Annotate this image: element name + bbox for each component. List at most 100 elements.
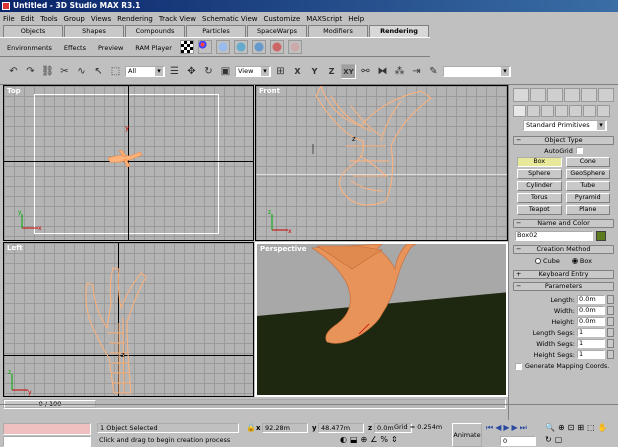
align-icon[interactable]: ⇥ bbox=[409, 64, 424, 79]
parameters-rollout[interactable]: − Parameters bbox=[513, 282, 614, 291]
zoom-all-icon[interactable]: ⊕ bbox=[558, 423, 565, 432]
window-crossing-icon[interactable]: ⬓ bbox=[350, 435, 358, 444]
param-spinner[interactable] bbox=[607, 306, 614, 315]
gen-mapping-checkbox[interactable] bbox=[515, 363, 522, 370]
menu-file[interactable]: File bbox=[3, 15, 15, 23]
zoom-icon[interactable]: 🔍 bbox=[545, 423, 555, 432]
restrict-x-button[interactable]: X bbox=[290, 64, 305, 79]
region-zoom-icon[interactable]: ⬚ bbox=[587, 423, 595, 432]
angle-snap-icon[interactable]: ∠ bbox=[370, 435, 377, 444]
animate-button[interactable]: Animate bbox=[452, 423, 482, 447]
create-torus-button[interactable]: Torus bbox=[517, 193, 562, 203]
reference-coord-dropdown[interactable]: View bbox=[235, 66, 271, 77]
geometry-icon[interactable] bbox=[513, 105, 526, 117]
autogrid-checkbox[interactable] bbox=[575, 147, 583, 154]
object-name-input[interactable]: Box02 bbox=[515, 231, 593, 241]
pan-icon[interactable]: ✋ bbox=[598, 423, 608, 432]
go-to-end-icon[interactable]: ⏭ bbox=[520, 423, 527, 433]
category-dropdown[interactable]: Standard Primitives bbox=[523, 120, 607, 131]
min-max-toggle-icon[interactable]: ▢ bbox=[555, 435, 563, 444]
utilities-tab-icon[interactable] bbox=[598, 88, 614, 102]
menu-track-view[interactable]: Track View bbox=[159, 15, 196, 23]
display-tab-icon[interactable] bbox=[581, 88, 597, 102]
restrict-y-button[interactable]: Y bbox=[307, 64, 322, 79]
zoom-extents-all-icon[interactable]: ⊞ bbox=[577, 423, 584, 432]
restrict-xy-button[interactable]: XY bbox=[341, 64, 356, 79]
named-selection-icon[interactable]: ✎ bbox=[426, 64, 441, 79]
keyboard-entry-rollout[interactable]: + Keyboard Entry bbox=[513, 270, 614, 279]
select-by-name-icon[interactable]: ☰ bbox=[167, 64, 182, 79]
param-value-input[interactable]: 1 bbox=[577, 328, 605, 337]
tab-shapes[interactable]: Shapes bbox=[64, 25, 124, 37]
object-type-rollout[interactable]: − Object Type bbox=[513, 136, 614, 145]
ik-icon[interactable]: ⚯ bbox=[358, 64, 373, 79]
named-selection-dropdown[interactable] bbox=[443, 66, 511, 77]
render-last-icon[interactable] bbox=[251, 40, 266, 54]
lock-selection-icon[interactable]: 🔒 bbox=[246, 423, 256, 432]
degradation-override-icon[interactable]: ◐ bbox=[340, 435, 347, 444]
motion-tab-icon[interactable] bbox=[564, 88, 580, 102]
render-type-icon[interactable] bbox=[287, 40, 302, 54]
creation-method-rollout[interactable]: − Creation Method bbox=[513, 245, 614, 254]
play-icon[interactable]: ▶ bbox=[503, 423, 509, 433]
param-value-input[interactable]: 1 bbox=[577, 339, 605, 348]
param-value-input[interactable]: 0.0m bbox=[577, 295, 605, 304]
menu-tools[interactable]: Tools bbox=[40, 15, 57, 23]
render-checker-icon[interactable] bbox=[179, 40, 194, 54]
create-pyramid-button[interactable]: Pyramid bbox=[565, 193, 610, 203]
maxscript-listener-2[interactable] bbox=[3, 436, 91, 447]
zoom-extents-icon[interactable]: ⊡ bbox=[568, 423, 575, 432]
selection-filter-dropdown[interactable]: All bbox=[125, 66, 165, 77]
maxscript-listener[interactable] bbox=[3, 423, 91, 435]
spacewarps-icon[interactable] bbox=[583, 105, 596, 117]
select-region-icon[interactable]: ⬚ bbox=[108, 64, 123, 79]
create-teapot-button[interactable]: Teapot bbox=[517, 205, 562, 215]
render-scene-icon[interactable] bbox=[215, 40, 230, 54]
y-coord-field[interactable]: 48.477m bbox=[318, 423, 364, 433]
menu-edit[interactable]: Edit bbox=[21, 15, 35, 23]
render-region-icon[interactable] bbox=[269, 40, 284, 54]
tab-spacewarps[interactable]: SpaceWarps bbox=[247, 25, 307, 37]
select-scale-icon[interactable]: ▣ bbox=[218, 64, 233, 79]
cameras-icon[interactable] bbox=[555, 105, 568, 117]
menu-group[interactable]: Group bbox=[64, 15, 85, 23]
preview-button[interactable]: Preview bbox=[94, 40, 127, 54]
shapes-icon[interactable] bbox=[527, 105, 540, 117]
param-spinner[interactable] bbox=[607, 317, 614, 326]
ram-player-button[interactable]: RAM Player bbox=[131, 40, 176, 54]
object-color-swatch[interactable] bbox=[596, 231, 606, 241]
param-value-input[interactable]: 0.0m bbox=[577, 306, 605, 315]
prev-frame-icon[interactable]: ◀ bbox=[495, 423, 501, 433]
create-cone-button[interactable]: Cone bbox=[565, 157, 610, 167]
spinner-snap-icon[interactable]: ⇕ bbox=[391, 435, 398, 444]
select-link-icon[interactable]: ⛓ bbox=[40, 64, 55, 79]
modify-tab-icon[interactable] bbox=[530, 88, 546, 102]
select-move-icon[interactable]: ✥ bbox=[184, 64, 199, 79]
tab-rendering[interactable]: Rendering bbox=[369, 25, 429, 37]
create-sphere-button[interactable]: Sphere bbox=[517, 169, 562, 179]
tab-modifiers[interactable]: Modifiers bbox=[308, 25, 368, 37]
restrict-z-button[interactable]: Z bbox=[324, 64, 339, 79]
pivot-center-icon[interactable]: ⊞ bbox=[273, 64, 288, 79]
name-color-rollout[interactable]: − Name and Color bbox=[513, 219, 614, 228]
menu-views[interactable]: Views bbox=[91, 15, 111, 23]
unlink-icon[interactable]: ✂ bbox=[57, 64, 72, 79]
hierarchy-tab-icon[interactable] bbox=[547, 88, 563, 102]
go-to-start-icon[interactable]: ⏮ bbox=[486, 423, 493, 433]
bind-spacewarp-icon[interactable]: ∿ bbox=[74, 64, 89, 79]
select-rotate-icon[interactable]: ↻ bbox=[201, 64, 216, 79]
create-cylinder-button[interactable]: Cylinder bbox=[517, 181, 562, 191]
menu-maxscript[interactable]: MAXScript bbox=[306, 15, 342, 23]
material-editor-icon[interactable] bbox=[197, 40, 212, 54]
tab-objects[interactable]: Objects bbox=[3, 25, 63, 37]
snap-toggle-icon[interactable]: ⊕ bbox=[361, 435, 368, 444]
x-coord-field[interactable]: 92.28m bbox=[262, 423, 308, 433]
environments-button[interactable]: Environments bbox=[3, 40, 56, 54]
percent-snap-icon[interactable]: % bbox=[380, 435, 388, 444]
next-frame-icon[interactable]: ▶ bbox=[512, 423, 518, 433]
param-spinner[interactable] bbox=[607, 350, 614, 359]
effects-button[interactable]: Effects bbox=[60, 40, 90, 54]
menu-help[interactable]: Help bbox=[348, 15, 364, 23]
param-spinner[interactable] bbox=[607, 328, 614, 337]
lights-icon[interactable] bbox=[541, 105, 554, 117]
